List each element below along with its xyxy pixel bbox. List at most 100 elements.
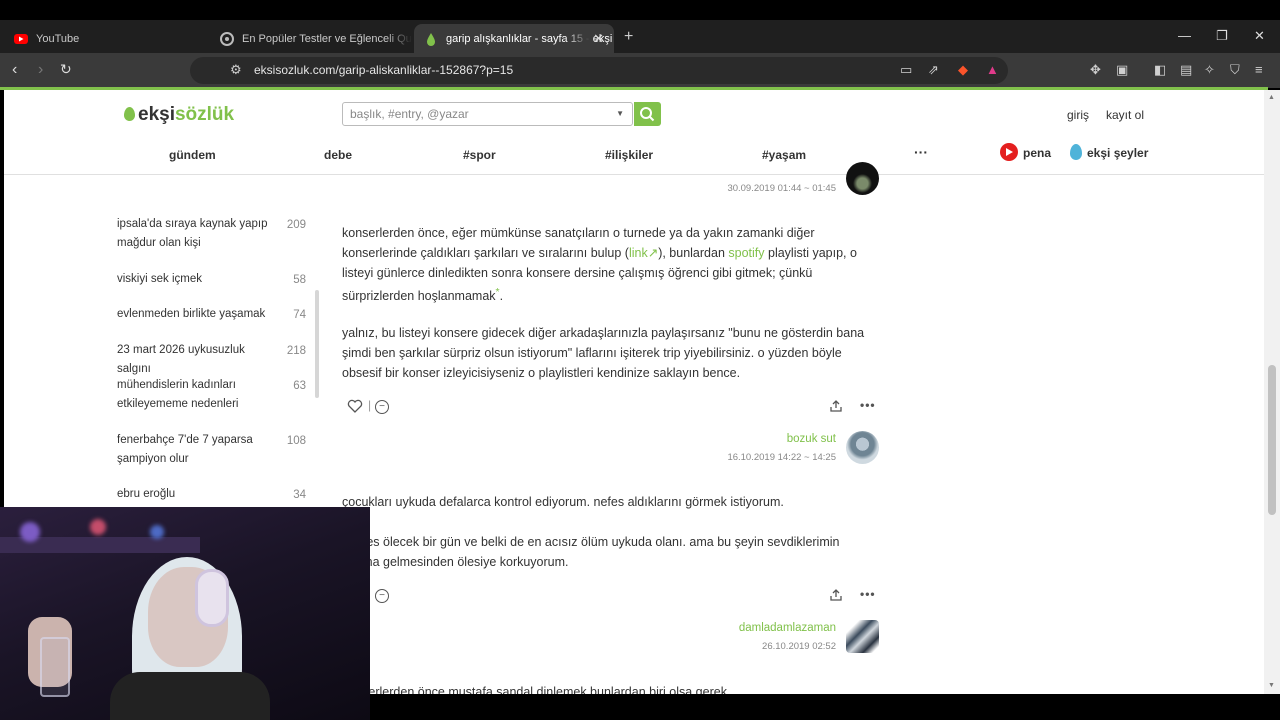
share-icon[interactable] [829, 588, 843, 602]
sidebar-item[interactable]: evlenmeden birlikte yaşamak [117, 305, 277, 324]
cast-icon[interactable]: ▭ [900, 62, 912, 78]
back-icon[interactable]: ‹ [12, 61, 17, 79]
sidebar-item[interactable]: 23 mart 2026 uykusuzluk salgını [117, 341, 277, 379]
menu-icon[interactable]: ≡ [1255, 62, 1263, 77]
share-icon[interactable] [829, 399, 843, 413]
eksi-seyler-link[interactable]: ekşi şeyler [1087, 146, 1148, 160]
sidebar-item[interactable]: mühendislerin kadınları etkileyememe ned… [117, 376, 277, 414]
eksi-seyler-icon[interactable] [1070, 144, 1082, 160]
extensions-icon[interactable]: ✥ [1090, 62, 1101, 78]
sidebar-item-count: 108 [286, 435, 306, 447]
page-scrollbar[interactable]: ▲ ▼ [1264, 90, 1280, 694]
scrollbar-thumb[interactable] [1268, 365, 1276, 515]
minimize-icon[interactable]: — [1178, 28, 1191, 43]
entry-paragraph: çocukları uykuda defalarca kontrol ediyo… [342, 495, 784, 509]
more-options-icon[interactable]: ••• [860, 398, 876, 412]
window-close-icon[interactable]: ✕ [1254, 28, 1265, 44]
scroll-down-icon[interactable]: ▼ [1268, 682, 1275, 689]
brave-rewards-icon[interactable]: ▲ [986, 62, 999, 77]
tab-eksi-active[interactable]: garip alışkanlıklar - sayfa 15 - ekşi sö… [414, 24, 614, 53]
quiz-site-icon [220, 31, 234, 46]
pena-link[interactable]: pena [1023, 146, 1051, 160]
sidebar-item[interactable]: viskiyi sek içmek [117, 270, 277, 289]
search-button[interactable] [634, 102, 661, 126]
sidebar-item[interactable]: ipsala'da sıraya kaynak yapıp mağdur ola… [117, 215, 277, 253]
share-icon[interactable]: ⇗ [928, 62, 939, 78]
webcam-light [90, 519, 106, 535]
sidebar-item-count: 74 [293, 309, 306, 321]
entry-paragraph: konserlerden önce mustafa sandal dinleme… [342, 685, 731, 694]
reader-icon[interactable]: ▣ [1116, 62, 1128, 78]
eksi-drop-icon [427, 32, 435, 46]
brave-shields-icon[interactable]: ◆ [958, 62, 968, 78]
vpn-icon[interactable]: ⛉ [1230, 62, 1240, 78]
nav-spor[interactable]: #spor [463, 148, 496, 162]
tab-close-icon[interactable]: ✕ [593, 31, 604, 47]
entry-date[interactable]: 30.09.2019 01:44 ~ 01:45 [727, 183, 836, 194]
more-options-icon[interactable]: ••• [860, 587, 876, 601]
reload-icon[interactable]: ↻ [60, 61, 72, 78]
author-avatar[interactable] [846, 620, 879, 653]
spotify-link[interactable]: spotify [728, 246, 764, 260]
action-divider: | [368, 398, 372, 412]
sidebar-scrollbar[interactable] [315, 290, 319, 398]
external-link-icon: ↗ [647, 246, 659, 260]
forward-icon[interactable]: › [38, 61, 43, 79]
downvote-icon[interactable]: − [375, 400, 389, 414]
restore-icon[interactable]: ❐ [1216, 28, 1228, 44]
browser-toolbar: ‹ › ↻ ⚐ ⚙ eksisozluk.com/garip-aliskanli… [0, 53, 1280, 88]
nav-debe[interactable]: debe [324, 148, 352, 162]
search-dropdown-icon[interactable]: ▼ [616, 109, 624, 118]
sidebar-item-count: 209 [286, 219, 306, 231]
nav-more-button[interactable]: ··· [914, 144, 928, 160]
browser-tab-bar: YouTube En Popüler Testler ve Eğlenceli … [0, 20, 1280, 53]
nav-yasam[interactable]: #yaşam [762, 148, 806, 162]
webcam-glass [40, 637, 70, 697]
entry-link[interactable]: link [629, 246, 648, 260]
url-text[interactable]: eksisozluk.com/garip-aliskanliklar--1528… [254, 63, 513, 77]
webcam-headset [195, 569, 229, 627]
favorite-heart-icon[interactable] [347, 399, 363, 413]
tab-label: YouTube [36, 32, 80, 45]
site-settings-icon[interactable]: ⚙ [230, 62, 242, 78]
search-placeholder: başlık, #entry, @yazar [350, 107, 469, 121]
webcam-light [150, 525, 164, 539]
nav-iliskiler[interactable]: #ilişkiler [605, 148, 653, 162]
webcam-light [20, 522, 40, 542]
sidebar-item[interactable]: fenerbahçe 7'de 7 yaparsa şampiyon olur [117, 431, 277, 469]
search-input[interactable]: başlık, #entry, @yazar ▼ [342, 102, 633, 126]
login-link[interactable]: giriş [1067, 108, 1089, 122]
entry-author[interactable]: bozuk sut [787, 433, 836, 445]
site-logo[interactable]: ekşisözlük [124, 104, 234, 126]
author-avatar[interactable] [846, 431, 879, 464]
register-link[interactable]: kayıt ol [1106, 108, 1144, 122]
wallet-icon[interactable]: ▤ [1180, 62, 1192, 78]
nav-divider [4, 174, 1264, 175]
tab-youtube[interactable]: YouTube [4, 24, 210, 53]
leo-ai-icon[interactable]: ✧ [1204, 62, 1215, 78]
entry-text-part: . [499, 289, 504, 304]
scroll-up-icon[interactable]: ▲ [1268, 94, 1275, 101]
new-tab-button[interactable]: + [624, 28, 633, 46]
logo-drop-icon [124, 107, 135, 121]
sidebar-item[interactable]: ebru eroğlu [117, 485, 277, 504]
entry-paragraph: yalnız, bu listeyi konsere gidecek diğer… [342, 326, 865, 380]
logo-suffix: sözlük [174, 104, 235, 125]
pena-icon[interactable] [1000, 143, 1018, 161]
author-avatar[interactable] [846, 162, 879, 195]
sidebar-icon[interactable]: ◧ [1154, 62, 1166, 78]
tab-quiz[interactable]: En Popüler Testler ve Eğlenceli Quizler [210, 24, 412, 53]
entry-text-part: başına gelmesinden ölesiye korkuyorum. [342, 555, 569, 569]
entry-content: konserlerden önce, eğer mümkünse sanatçı… [342, 223, 882, 306]
search-icon [640, 107, 655, 122]
sidebar-item-count: 218 [286, 345, 306, 357]
top-black-bar [0, 0, 1280, 20]
entry-author[interactable]: damladamlazaman [739, 622, 836, 634]
sidebar-item-count: 34 [293, 489, 306, 501]
entry-date[interactable]: 26.10.2019 02:52 [762, 641, 836, 652]
webcam-person-body [110, 672, 270, 720]
address-bar[interactable]: ⚙ eksisozluk.com/garip-aliskanliklar--15… [190, 57, 1008, 84]
entry-date[interactable]: 16.10.2019 14:22 ~ 14:25 [727, 452, 836, 463]
nav-gundem[interactable]: gündem [169, 148, 216, 162]
downvote-icon[interactable]: − [375, 589, 389, 603]
